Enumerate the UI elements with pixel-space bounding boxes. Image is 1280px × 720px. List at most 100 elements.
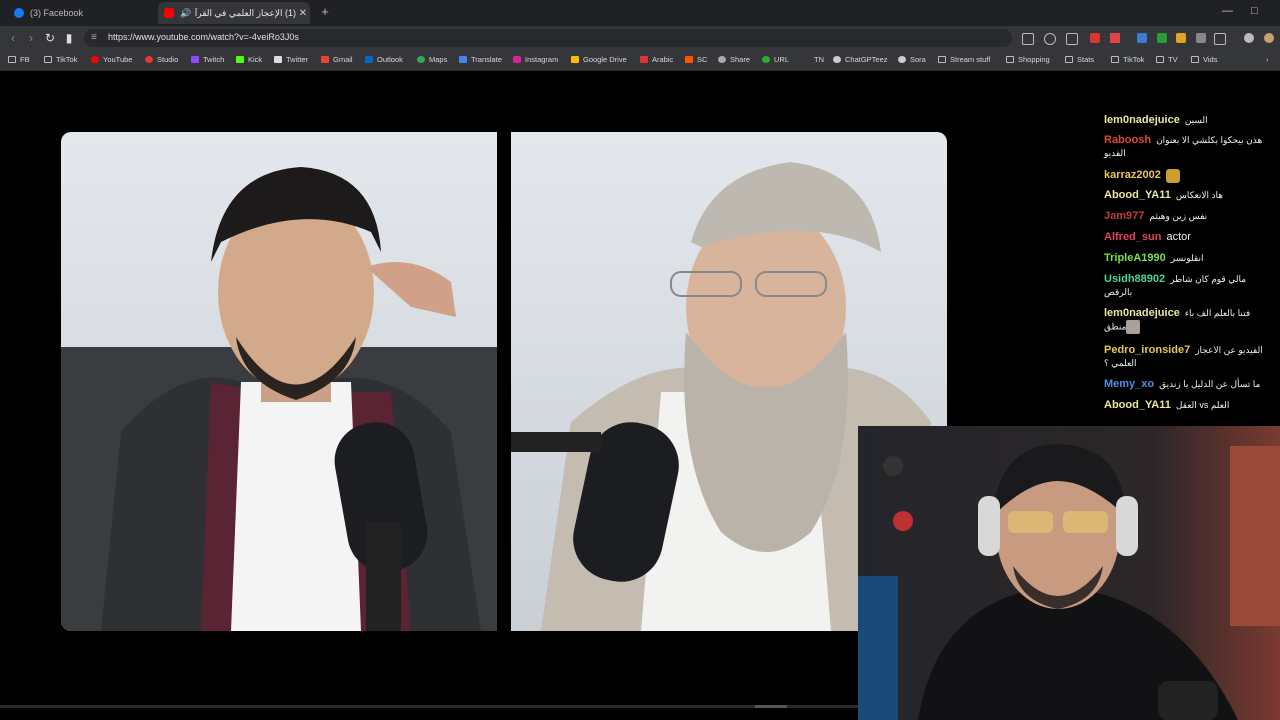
- bookmark-item[interactable]: Share: [718, 55, 750, 64]
- chat-message: lem0nadejuice فتنا بالعلم الف باء منطق: [1104, 307, 1274, 334]
- extension-icon[interactable]: [1157, 33, 1167, 43]
- cast-icon[interactable]: [1022, 33, 1034, 45]
- chat-message: lem0nadejuice السين: [1104, 114, 1274, 127]
- bookmark-item[interactable]: Vids: [1191, 55, 1217, 64]
- chat-username[interactable]: Memy_xo: [1104, 378, 1154, 390]
- browser-toolbar: ‹ › ↻ ▮ ≡ https://www.youtube.com/watch?…: [0, 26, 1280, 50]
- chat-text: actor: [1166, 231, 1191, 243]
- bookmark-item[interactable]: Translate: [459, 55, 502, 64]
- bookmark-item[interactable]: Google Drive: [571, 55, 627, 64]
- streamer-figure: [858, 426, 1280, 720]
- chat-username[interactable]: TripleA1990: [1104, 252, 1166, 264]
- bookmark-item[interactable]: Sora: [898, 55, 926, 64]
- media-icon[interactable]: [1244, 33, 1254, 43]
- seek-thumb[interactable]: [755, 705, 787, 708]
- chat-username[interactable]: Raboosh: [1104, 134, 1151, 146]
- bookmark-item[interactable]: Twitter: [274, 55, 308, 64]
- chat-message: karraz2002: [1104, 169, 1274, 183]
- stream-chat: lem0nadejuice السين Raboosh هذن بيحكوا بكل…: [1100, 112, 1276, 424]
- close-tab-icon[interactable]: ✕: [296, 8, 310, 19]
- youtube-icon: [91, 56, 99, 63]
- bookmark-item[interactable]: Kick: [236, 55, 262, 64]
- x-icon: [274, 56, 282, 63]
- extension-icon[interactable]: [1110, 33, 1120, 43]
- bookmark-icon[interactable]: ▮: [62, 31, 76, 45]
- chat-text: هاد الانعكاس: [1175, 190, 1224, 200]
- tab-title: (1) الإعجاز العلمي في القرآن -: [195, 7, 296, 18]
- zoom-icon[interactable]: [1044, 33, 1056, 45]
- gmail-icon: [321, 56, 329, 63]
- chat-username[interactable]: Usidh88902: [1104, 273, 1165, 285]
- instagram-icon: [513, 56, 521, 63]
- emote-icon: [1165, 169, 1180, 183]
- youtube-studio-icon: [145, 56, 153, 63]
- extensions-puzzle-icon[interactable]: [1196, 33, 1206, 43]
- folder-icon: [1111, 56, 1119, 63]
- bookmark-item[interactable]: TikTok: [44, 55, 77, 64]
- bookmark-item[interactable]: Twitch: [191, 55, 224, 64]
- cloud-icon: [718, 56, 726, 63]
- bookmark-item[interactable]: Stats: [1065, 55, 1094, 64]
- sidepanel-icon[interactable]: [1214, 33, 1226, 45]
- bookmark-item[interactable]: Gmail: [321, 55, 353, 64]
- bookmark-item[interactable]: Studio: [145, 55, 178, 64]
- address-bar[interactable]: ≡ https://www.youtube.com/watch?v=-4veiR…: [84, 29, 1012, 47]
- bookmark-item[interactable]: SC: [685, 55, 707, 64]
- maximize-icon[interactable]: □: [1251, 5, 1258, 17]
- bookmark-item[interactable]: ChatGPTeez: [833, 55, 888, 64]
- tab-title: (3) Facebook: [30, 8, 84, 18]
- bookmark-item[interactable]: Stream stuff: [938, 55, 990, 64]
- bookmark-item[interactable]: Outlook: [365, 55, 403, 64]
- bookmark-item[interactable]: Instagram: [513, 55, 558, 64]
- extension-icon[interactable]: [1137, 33, 1147, 43]
- share-icon[interactable]: [1066, 33, 1078, 45]
- bookmark-item[interactable]: URL: [762, 55, 789, 64]
- chat-message: TripleA1990 انقلونسر: [1104, 252, 1274, 265]
- chat-message: Alfred_sun actor: [1104, 231, 1274, 244]
- bookmarks-overflow-icon[interactable]: ›: [1266, 55, 1269, 64]
- chat-username[interactable]: lem0nadejuice: [1104, 307, 1180, 319]
- chat-message: Raboosh هذن بيحكوا بكلشي الا بعنوان الفدي…: [1104, 134, 1274, 160]
- twitch-icon: [191, 56, 199, 63]
- chat-username[interactable]: Abood_YA11: [1104, 189, 1171, 201]
- bookmark-item[interactable]: Arabic: [640, 55, 673, 64]
- extension-icon[interactable]: [1176, 33, 1186, 43]
- back-icon[interactable]: ‹: [6, 31, 20, 45]
- translate-icon: [459, 56, 467, 63]
- chat-username[interactable]: lem0nadejuice: [1104, 114, 1180, 126]
- speaker-icon[interactable]: 🔊: [180, 8, 191, 19]
- tab-facebook[interactable]: (3) Facebook: [8, 2, 158, 24]
- extension-icon[interactable]: [1090, 33, 1100, 43]
- folder-icon: [44, 56, 52, 63]
- folder-icon: [1006, 56, 1014, 63]
- facebook-icon: [14, 8, 24, 18]
- folder-icon: [8, 56, 16, 63]
- profile-avatar[interactable]: [1264, 33, 1274, 43]
- bookmark-item[interactable]: TV: [1156, 55, 1178, 64]
- speaker-figure-left: [61, 167, 497, 631]
- chatgpt-icon: [833, 56, 841, 63]
- url-text[interactable]: https://www.youtube.com/watch?v=-4veiRo3…: [108, 32, 299, 42]
- bookmark-item[interactable]: TikTok: [1111, 55, 1144, 64]
- tab-youtube-video[interactable]: 🔊 (1) الإعجاز العلمي في القرآن - ✕: [158, 2, 310, 24]
- reload-icon[interactable]: ↻: [43, 31, 57, 45]
- bookmark-item[interactable]: YouTube: [91, 55, 132, 64]
- chat-username[interactable]: karraz2002: [1104, 169, 1161, 181]
- bookmark-item[interactable]: Maps: [417, 55, 447, 64]
- minimize-icon[interactable]: —: [1222, 5, 1233, 17]
- site-info-icon[interactable]: ≡: [91, 32, 97, 43]
- chat-username[interactable]: Alfred_sun: [1104, 231, 1161, 243]
- chat-message: Usidh88902 مالي قوم كان شاطر بالرقص: [1104, 273, 1274, 299]
- chat-username[interactable]: Jam977: [1104, 210, 1144, 222]
- bookmark-item[interactable]: Shopping: [1006, 55, 1050, 64]
- chat-username[interactable]: Pedro_ironside7: [1104, 344, 1190, 356]
- chat-username[interactable]: Abood_YA11: [1104, 399, 1171, 411]
- maps-icon: [417, 56, 425, 63]
- bookmark-item[interactable]: FB: [8, 55, 30, 64]
- video-panel-left[interactable]: [61, 132, 497, 631]
- forward-icon[interactable]: ›: [24, 31, 38, 45]
- chat-message: Memy_xo ما تسأل عن الدليل يا زنديق: [1104, 378, 1274, 391]
- bookmark-item[interactable]: TN: [806, 55, 824, 64]
- chat-message: Jam977 نفس زين وهيثم: [1104, 210, 1274, 223]
- new-tab-button[interactable]: +: [318, 4, 332, 19]
